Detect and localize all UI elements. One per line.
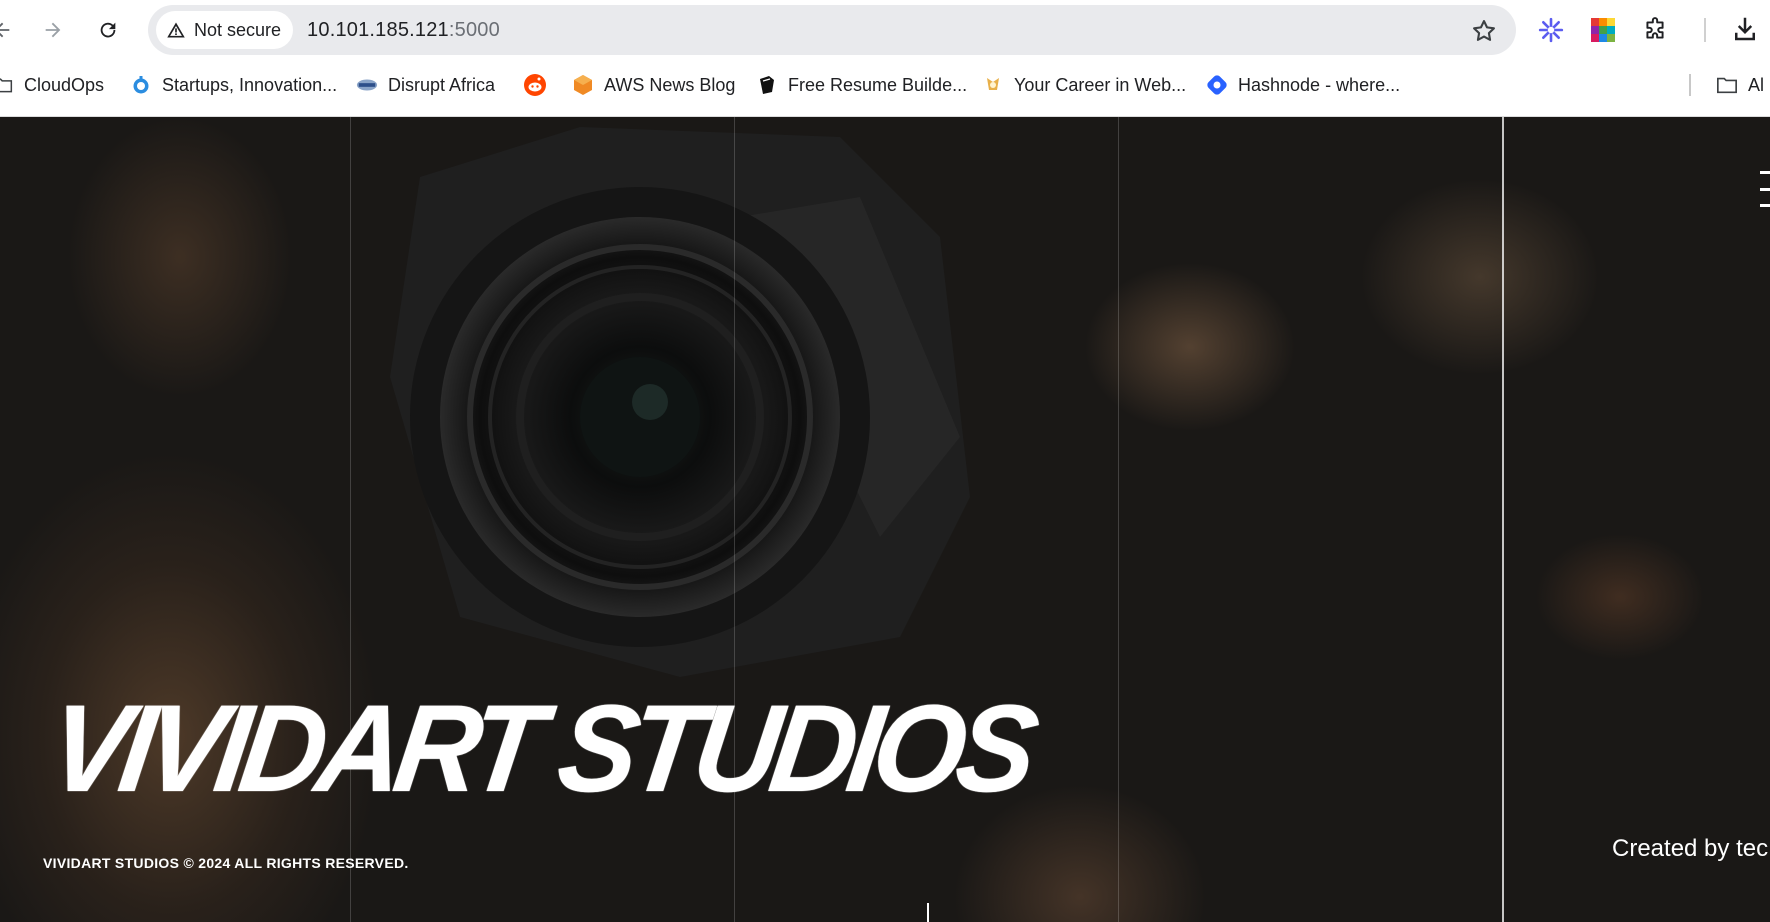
aws-favicon-icon bbox=[572, 74, 594, 96]
resume-favicon-icon bbox=[756, 74, 778, 96]
bookmarks-bar: CloudOps Startups, Innovation... Disrupt… bbox=[0, 62, 1770, 106]
reload-icon bbox=[100, 22, 116, 38]
scroll-indicator bbox=[927, 903, 929, 922]
folder-icon bbox=[0, 74, 14, 96]
bookmark-item[interactable]: AWS News Blog bbox=[572, 72, 735, 98]
grid-divider-active bbox=[1502, 117, 1504, 922]
forward-button[interactable] bbox=[35, 12, 71, 48]
reddit-favicon-icon bbox=[524, 74, 546, 96]
bookmark-label: CloudOps bbox=[24, 74, 105, 95]
extension-button[interactable] bbox=[1536, 15, 1566, 45]
bookmark-item[interactable]: Al bbox=[1716, 72, 1764, 98]
hashnode-favicon-icon bbox=[1206, 74, 1228, 96]
browser-chrome: Not secure 10.101.185.121:5000 CloudOps … bbox=[0, 0, 1770, 117]
career-favicon-icon bbox=[982, 74, 1004, 96]
toolbar-separator bbox=[1704, 18, 1706, 42]
url-port: :5000 bbox=[448, 18, 500, 41]
bookmark-item[interactable]: CloudOps bbox=[0, 72, 104, 98]
extension-button[interactable] bbox=[1588, 15, 1618, 45]
back-button[interactable] bbox=[0, 12, 20, 48]
grid-divider bbox=[1118, 117, 1119, 922]
bookmarks-separator bbox=[1689, 74, 1691, 96]
bookmark-label: Free Resume Builde... bbox=[788, 74, 968, 95]
puzzle-icon bbox=[1646, 17, 1664, 39]
bookmark-item[interactable]: Hashnode - where... bbox=[1206, 72, 1400, 98]
bookmark-item[interactable]: Startups, Innovation... bbox=[130, 72, 337, 98]
menu-bar bbox=[1760, 204, 1770, 207]
asterisk-extension-icon bbox=[1538, 17, 1564, 43]
camera-hero-image bbox=[390, 127, 970, 677]
extensions-menu-button[interactable] bbox=[1640, 15, 1670, 45]
download-icon bbox=[1735, 17, 1755, 41]
bookmark-label: Startups, Innovation... bbox=[162, 74, 338, 95]
menu-bar bbox=[1760, 171, 1770, 174]
page-viewport: VIVIDART STUDIOS VIVIDART STUDIOS © 2024… bbox=[0, 117, 1770, 922]
bookmark-label: Hashnode - where... bbox=[1238, 74, 1401, 95]
bookmark-label: AWS News Blog bbox=[604, 74, 736, 95]
star-icon bbox=[1473, 20, 1495, 41]
browser-toolbar: Not secure 10.101.185.121:5000 bbox=[0, 0, 1770, 60]
bookmark-item[interactable]: Free Resume Builde... bbox=[756, 72, 967, 98]
downloads-button[interactable] bbox=[1730, 14, 1762, 46]
reload-button[interactable] bbox=[90, 12, 126, 48]
bookmark-star-button[interactable] bbox=[1470, 17, 1498, 45]
bookmark-item[interactable]: Your Career in Web... bbox=[982, 72, 1186, 98]
folder-icon bbox=[1716, 74, 1738, 96]
bookmark-item[interactable] bbox=[524, 72, 546, 98]
security-chip[interactable]: Not secure bbox=[156, 11, 294, 49]
extensions-area bbox=[1536, 12, 1670, 48]
address-bar[interactable]: Not secure 10.101.185.121:5000 bbox=[148, 5, 1516, 55]
bookmark-item[interactable]: Disrupt Africa bbox=[356, 72, 495, 98]
url-text[interactable]: 10.101.185.121:5000 bbox=[307, 19, 500, 42]
bookmark-label: Your Career in Web... bbox=[1014, 74, 1187, 95]
arrow-left-icon bbox=[0, 22, 10, 38]
color-grid-extension-icon bbox=[1591, 18, 1615, 42]
bookmark-label: Disrupt Africa bbox=[388, 74, 496, 95]
hero-title: VIVIDART STUDIOS bbox=[40, 679, 1039, 819]
credit-text: Created by tec bbox=[1612, 835, 1769, 862]
disrupt-africa-favicon-icon bbox=[356, 74, 378, 96]
bookmark-label: Al bbox=[1748, 74, 1765, 95]
url-host: 10.101.185.121 bbox=[307, 18, 449, 41]
warning-icon bbox=[167, 22, 185, 38]
startups-favicon-icon bbox=[130, 74, 152, 96]
arrow-right-icon bbox=[45, 22, 61, 38]
security-label: Not secure bbox=[194, 19, 282, 40]
hamburger-menu-button[interactable] bbox=[1760, 171, 1770, 207]
copyright-text: VIVIDART STUDIOS © 2024 ALL RIGHTS RESER… bbox=[43, 855, 409, 871]
menu-bar bbox=[1760, 187, 1770, 191]
